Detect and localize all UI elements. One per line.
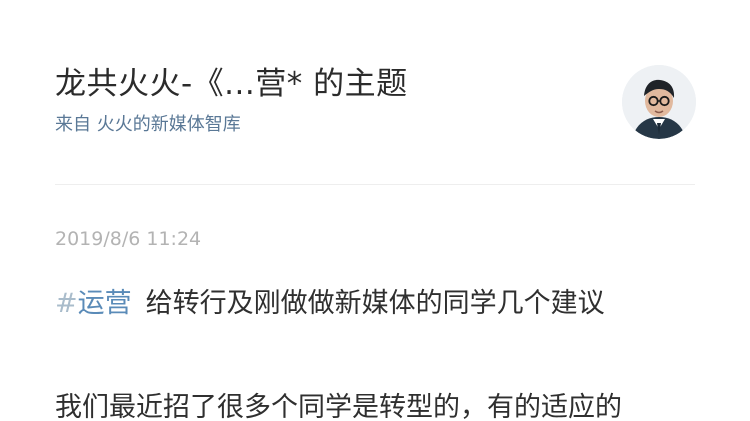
post-title: 龙共火火-《...营* 的主题 (55, 66, 408, 102)
avatar-icon (622, 65, 696, 139)
topic-link[interactable]: 运营 (78, 288, 132, 319)
post-page: 龙共火火-《...营* 的主题 来自 火火的新媒体智库 2019/8/6 11:… (0, 0, 750, 421)
post-header: 龙共火火-《...营* 的主题 来自 火火的新媒体智库 (55, 62, 610, 137)
author-avatar[interactable] (622, 65, 696, 139)
topic-hash: # (55, 288, 78, 319)
post-headline: #运营 给转行及刚做做新媒体的同学几个建议 (55, 284, 605, 324)
post-headline-text: 给转行及刚做做新媒体的同学几个建议 (145, 288, 605, 319)
post-body-line: 我们最近招了很多个同学是转型的，有的适应的 (55, 392, 622, 421)
post-source-link[interactable]: 来自 火火的新媒体智库 (55, 113, 610, 137)
header-divider (55, 184, 695, 185)
post-timestamp: 2019/8/6 11:24 (55, 228, 202, 250)
